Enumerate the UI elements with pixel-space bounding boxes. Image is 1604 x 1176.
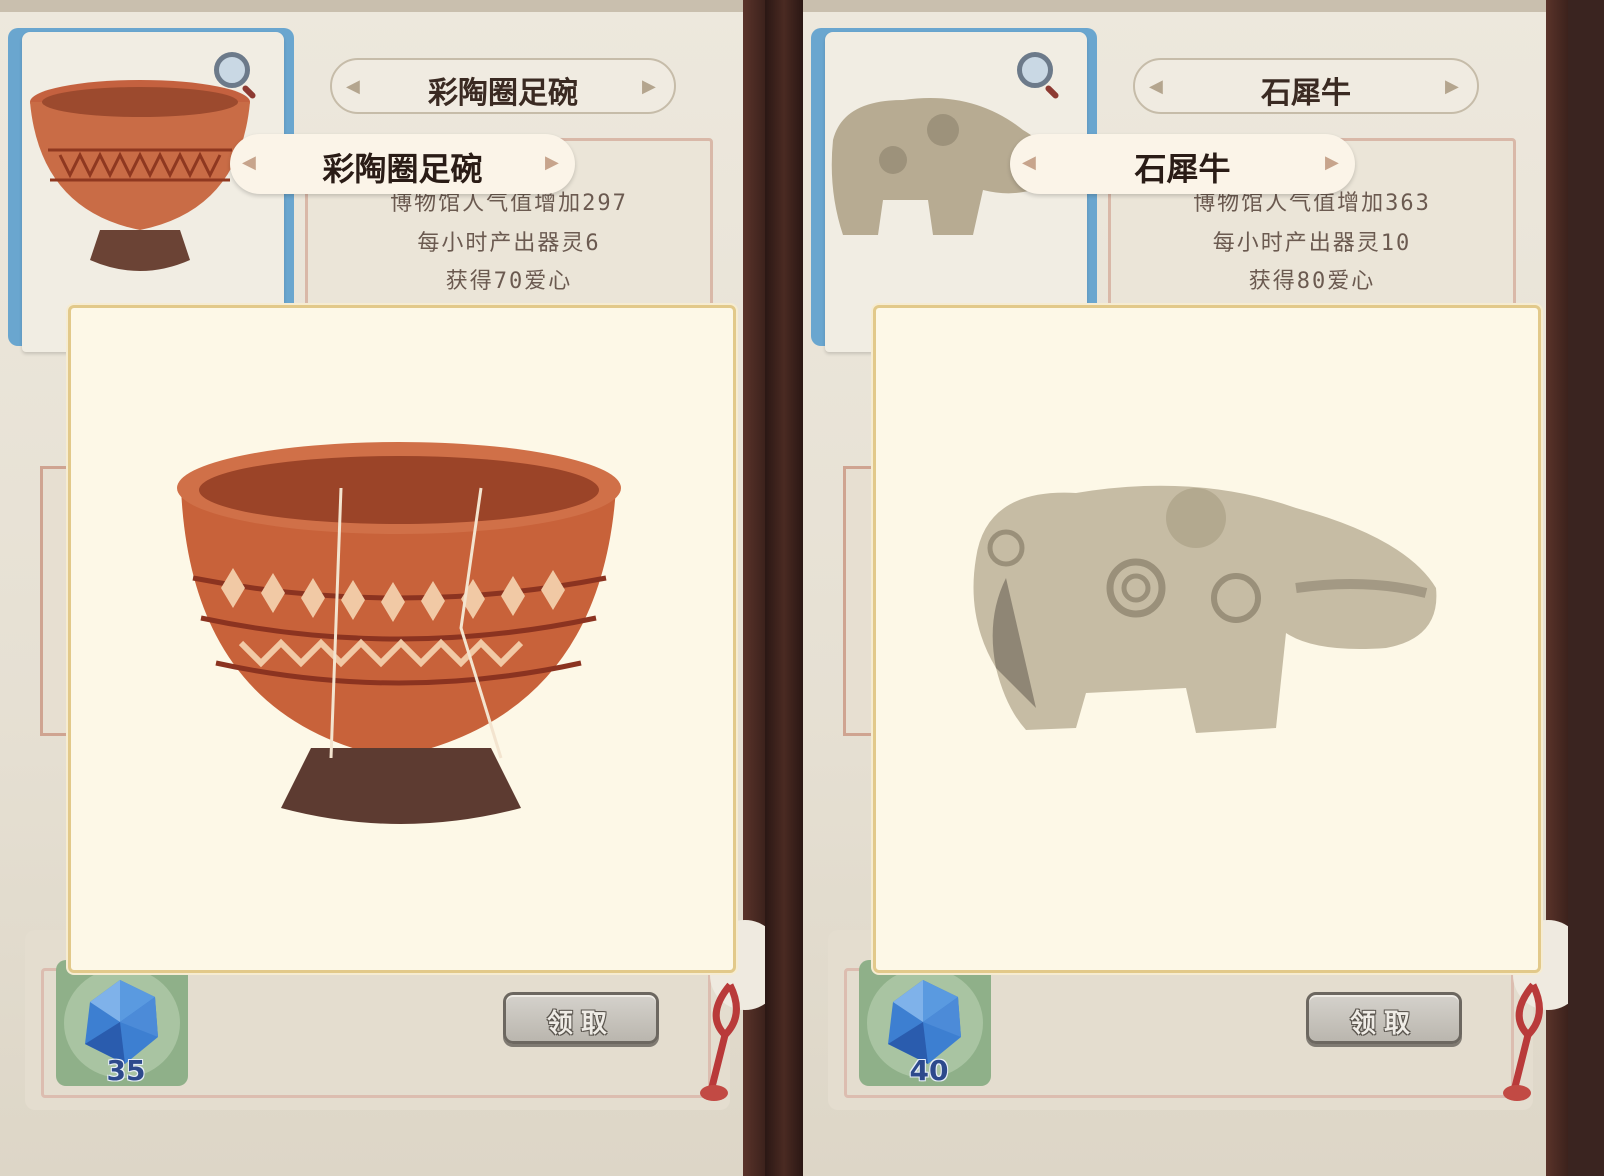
- reward-count: 35: [106, 1054, 146, 1087]
- bowl-thumbnail-icon: [30, 80, 250, 271]
- artifact-detail-modal[interactable]: [68, 305, 736, 973]
- painted-pottery-bowl-icon: [177, 442, 621, 824]
- chevron-right-icon: ▶: [545, 152, 559, 173]
- claim-label: 领取: [546, 1009, 615, 1039]
- claim-button[interactable]: 领取: [1306, 992, 1462, 1044]
- hearts-line: 获得80爱心: [1248, 269, 1376, 294]
- screen-divider: [765, 0, 803, 1176]
- artifact-name: 彩陶圈足碗: [322, 150, 483, 188]
- spirit-output-line: 每小时产出器灵6: [417, 231, 601, 256]
- title-banner: ◀ 石犀牛 ▶: [1133, 58, 1479, 114]
- artifact-detail-modal[interactable]: [873, 305, 1541, 973]
- top-strip: [0, 0, 745, 12]
- chevron-right-icon: ▶: [642, 76, 656, 97]
- chevron-right-icon: ▶: [1325, 152, 1339, 173]
- top-strip: [803, 0, 1548, 12]
- artifact-title: 彩陶圈足碗: [428, 76, 578, 111]
- magnifier-icon[interactable]: [214, 52, 250, 88]
- claim-label: 领取: [1349, 1009, 1418, 1039]
- artifact-title: 石犀牛: [1261, 76, 1351, 111]
- claim-button[interactable]: 领取: [503, 992, 659, 1044]
- artifact-name-pill: ◀ 石犀牛 ▶: [1010, 134, 1355, 194]
- magnifier-icon[interactable]: [1017, 52, 1053, 88]
- title-banner: ◀ 彩陶圈足碗 ▶: [330, 58, 676, 114]
- artifact-panel-rhino: ◀ 石犀牛 ▶ 博物馆人气值增加363 每小时产出器灵10 获得80爱心 ◀ 石…: [803, 0, 1568, 1176]
- hearts-line: 获得70爱心: [445, 269, 573, 294]
- red-knot-icon: [700, 982, 740, 1101]
- reward-count: 40: [909, 1054, 949, 1087]
- stone-rhinoceros-icon: [973, 485, 1437, 733]
- artifact-name: 石犀牛: [1134, 150, 1231, 188]
- chevron-right-icon: ▶: [1445, 76, 1459, 97]
- artifact-panel-bowl: ◀ 彩陶圈足碗 ▶ 博物馆人气值增加297 每小时产出器灵6 获得70爱心 ◀ …: [0, 0, 765, 1176]
- red-knot-icon: [1503, 982, 1543, 1101]
- spirit-output-line: 每小时产出器灵10: [1212, 231, 1412, 256]
- artifact-name-pill: ◀ 彩陶圈足碗 ▶: [230, 134, 575, 194]
